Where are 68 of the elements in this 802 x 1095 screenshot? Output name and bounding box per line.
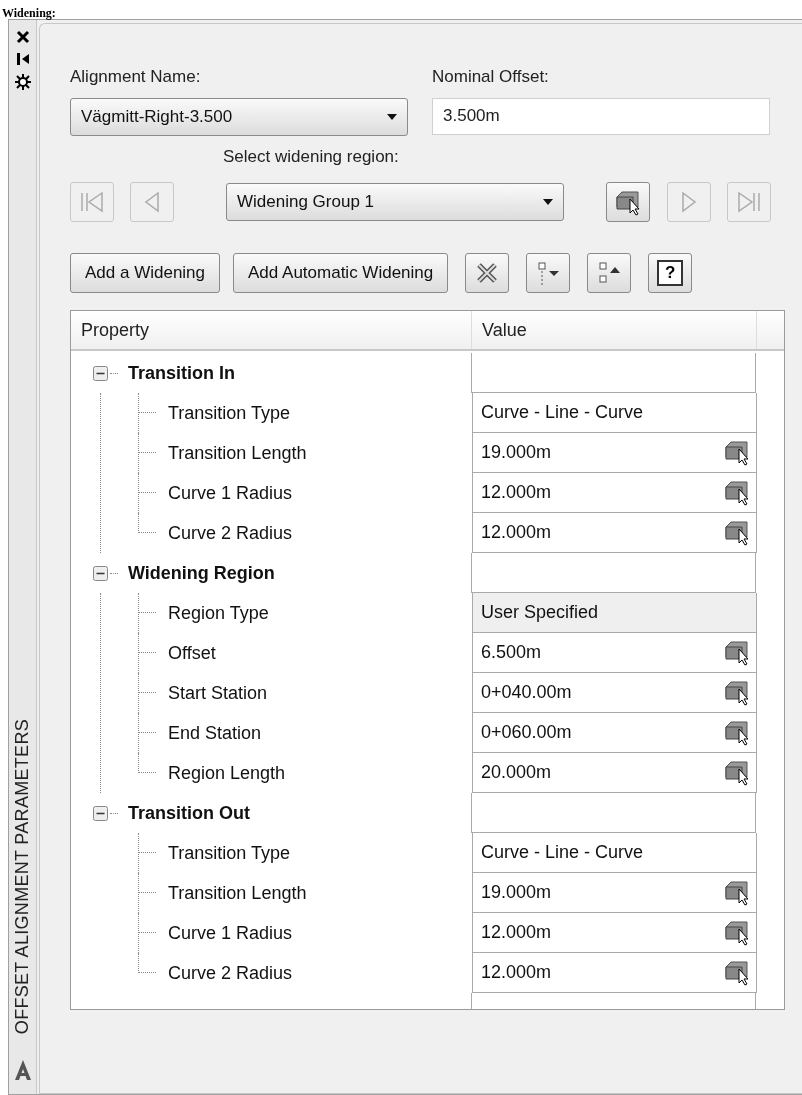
property-label: Curve 1 Radius — [168, 481, 293, 505]
value-cell[interactable]: Curve - Line - Curve — [472, 833, 757, 873]
cube-cursor-icon[interactable] — [723, 479, 750, 506]
value-cell[interactable]: 19.000m — [472, 433, 757, 473]
tree-collapse-icon — [597, 261, 622, 285]
collapse-toggle-icon[interactable] — [93, 565, 108, 581]
group-label: Transition In — [128, 361, 235, 385]
value-cell[interactable]: Curve - Line - Curve — [472, 393, 757, 433]
value-cell[interactable]: 12.000m — [472, 913, 757, 953]
field-label: Alignment Name: — [70, 66, 202, 88]
property-label: Transition Length — [168, 881, 307, 905]
value-cell[interactable]: 6.500m — [472, 633, 757, 673]
cube-cursor-icon[interactable] — [723, 639, 750, 666]
property-label: Curve 2 Radius — [168, 961, 293, 985]
cube-cursor-icon[interactable] — [723, 519, 750, 546]
cube-cursor-icon[interactable] — [723, 439, 750, 466]
text-button[interactable]: Add Automatic Widening — [233, 253, 449, 293]
property-label: Offset — [168, 641, 216, 665]
delete-button[interactable] — [465, 253, 510, 293]
close-icon[interactable] — [15, 30, 30, 44]
region-dropdown[interactable]: Widening Group 1 — [226, 183, 564, 221]
expand-button[interactable] — [526, 253, 571, 293]
cube-cursor-icon[interactable] — [723, 959, 750, 986]
cube-cursor-icon[interactable] — [723, 759, 750, 786]
field-label: Select widening region: — [223, 145, 399, 168]
group-label: Transition Out — [128, 801, 250, 825]
property-label: Transition Type — [168, 841, 291, 865]
alignment-name-dropdown[interactable]: Vägmitt-Right-3.500 — [70, 97, 408, 136]
x-icon — [475, 261, 500, 285]
field-label: Nominal Offset: — [432, 66, 550, 88]
dropdown-arrow-icon — [543, 199, 553, 205]
group-label: Widening Region — [128, 561, 275, 585]
nominal-offset-field[interactable]: 3.500m — [432, 97, 770, 135]
value-cell: User Specified — [472, 593, 757, 633]
collapse-button[interactable] — [587, 253, 632, 293]
value-cell[interactable]: 12.000m — [472, 513, 757, 553]
property-label: End Station — [168, 721, 262, 745]
help-button[interactable]: ? — [648, 253, 693, 293]
cube-cursor-icon — [614, 188, 642, 216]
column-header: Value — [472, 311, 757, 349]
property-label: Region Type — [168, 601, 269, 625]
property-label: Start Station — [168, 681, 268, 705]
collapse-toggle-icon[interactable] — [93, 365, 108, 381]
property-label: Region Length — [168, 761, 286, 785]
pin-icon[interactable] — [15, 52, 30, 66]
palette-title: OFFSET ALIGNMENT PARAMETERS — [11, 718, 33, 1034]
tree-expand-icon — [536, 261, 561, 285]
dropdown-arrow-icon — [387, 113, 397, 120]
pick-button[interactable] — [606, 182, 650, 222]
property-label: Transition Type — [168, 401, 291, 425]
value-cell[interactable]: 12.000m — [472, 473, 757, 513]
text-button[interactable]: Add a Widening — [70, 253, 221, 293]
property-label: Transition Length — [168, 441, 307, 465]
page-heading: Widening: — [1, 5, 56, 21]
value-cell[interactable]: 12.000m — [472, 953, 757, 993]
cube-cursor-icon[interactable] — [723, 679, 750, 706]
property-label: Curve 2 Radius — [168, 521, 293, 545]
property-label: Curve 1 Radius — [168, 921, 293, 945]
cube-cursor-icon[interactable] — [723, 879, 750, 906]
value-cell[interactable]: 19.000m — [472, 873, 757, 913]
collapse-toggle-icon[interactable] — [93, 805, 108, 821]
gear-icon[interactable] — [14, 74, 31, 90]
value-cell[interactable]: 0+040.00m — [472, 673, 757, 713]
value-cell[interactable]: 20.000m — [472, 753, 757, 793]
value-cell[interactable]: 0+060.00m — [472, 713, 757, 753]
column-header: Property — [71, 311, 472, 349]
cube-cursor-icon[interactable] — [723, 919, 750, 946]
cube-cursor-icon[interactable] — [723, 719, 750, 746]
